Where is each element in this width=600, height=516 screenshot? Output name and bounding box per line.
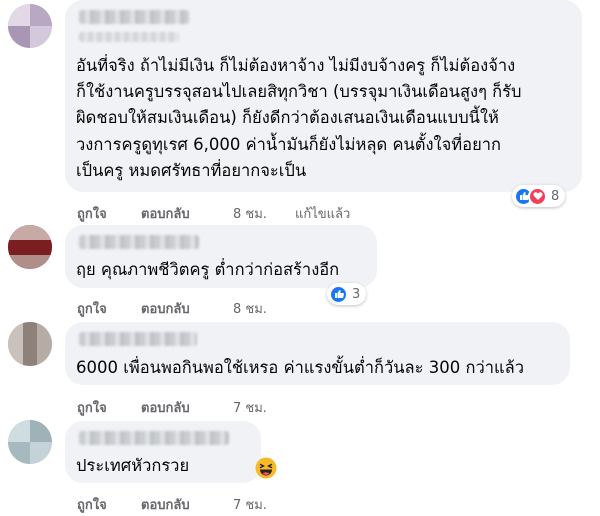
reaction-count: 8 <box>551 188 560 204</box>
comment-text-line: ฤย คุณภาพชีวิตครู ต่ำกว่าก่อสร้างอีก <box>76 260 340 279</box>
comment-text-line: อันที่จริง ถ้าไม่มีเงิน ก็ไม่ต้องหาจ้าง … <box>76 56 516 75</box>
commenter-name-redacted[interactable] <box>79 431 229 445</box>
reply-button[interactable]: ตอบกลับ <box>141 298 190 319</box>
comment-timestamp[interactable]: 8 ชม. <box>233 298 267 319</box>
comment-text-line: วงการครูดูทุเรศ 6,000 ค่าน้ำมันก็ยังไม่ห… <box>76 135 501 154</box>
reaction-count: 3 <box>352 286 361 302</box>
avatar[interactable] <box>8 322 52 366</box>
reply-button[interactable]: ตอบกลับ <box>141 397 190 418</box>
like-button[interactable]: ถูกใจ <box>77 494 107 515</box>
reaction-summary[interactable]: 3 <box>327 283 367 305</box>
reply-button[interactable]: ตอบกลับ <box>141 494 190 515</box>
commenter-name-redacted[interactable] <box>79 235 199 249</box>
edited-label[interactable]: แก้ไขแล้ว <box>295 203 350 224</box>
commenter-name-redacted[interactable] <box>79 332 197 346</box>
comment-bubble: อันที่จริง ถ้าไม่มีเงิน ก็ไม่ต้องหาจ้าง … <box>65 0 582 192</box>
comment-timestamp[interactable]: 8 ชม. <box>233 203 267 224</box>
comment-text-line: 6000 เพื่อนพอกินพอใช้เหรอ ค่าแรงขั้นต่ำก… <box>76 358 524 377</box>
laughing-emoji-icon <box>255 457 277 479</box>
love-icon <box>528 186 547 206</box>
comment-bubble: ฤย คุณภาพชีวิตครู ต่ำกว่าก่อสร้างอีก <box>65 225 377 288</box>
avatar[interactable] <box>8 4 52 48</box>
avatar[interactable] <box>8 420 52 464</box>
commenter-name-redacted[interactable] <box>79 10 189 24</box>
comment-actions: ถูกใจ ตอบกลับ 8 ชม. <box>77 298 327 319</box>
comment-timestamp[interactable]: 7 ชม. <box>233 494 267 515</box>
comment-bubble: ประเทศหัวกรวย <box>65 421 261 483</box>
like-button[interactable]: ถูกใจ <box>77 397 107 418</box>
comment-text-line: ประเทศหัวกรวย <box>76 456 190 475</box>
avatar[interactable] <box>8 225 52 269</box>
comment-text-line: ผิดชอบให้สมเงินเดือน) ก็ยังดีกว่าต้องเสน… <box>76 108 499 127</box>
like-button[interactable]: ถูกใจ <box>77 203 107 224</box>
comment-timestamp[interactable]: 7 ชม. <box>233 397 267 418</box>
comment-text-line: เป็นครู หมดศรัทธาที่อยากจะเป็น <box>76 161 307 180</box>
comment-text-line: ก็ใช้งานครูบรรจุสอนไปเลยสิทุกวิชา (บรรจุ… <box>76 82 522 101</box>
commenter-subtitle-redacted <box>79 32 179 42</box>
like-button[interactable]: ถูกใจ <box>77 298 107 319</box>
comment-bubble: 6000 เพื่อนพอกินพอใช้เหรอ ค่าแรงขั้นต่ำก… <box>65 322 570 385</box>
comment-actions: ถูกใจ ตอบกลับ 7 ชม. <box>77 494 327 515</box>
comment-actions: ถูกใจ ตอบกลับ 7 ชม. <box>77 397 327 418</box>
reaction-summary[interactable]: 8 <box>512 185 566 207</box>
comment-actions: ถูกใจ ตอบกลับ 8 ชม. แก้ไขแล้ว <box>77 203 377 224</box>
like-icon <box>329 284 348 304</box>
reply-button[interactable]: ตอบกลับ <box>141 203 190 224</box>
